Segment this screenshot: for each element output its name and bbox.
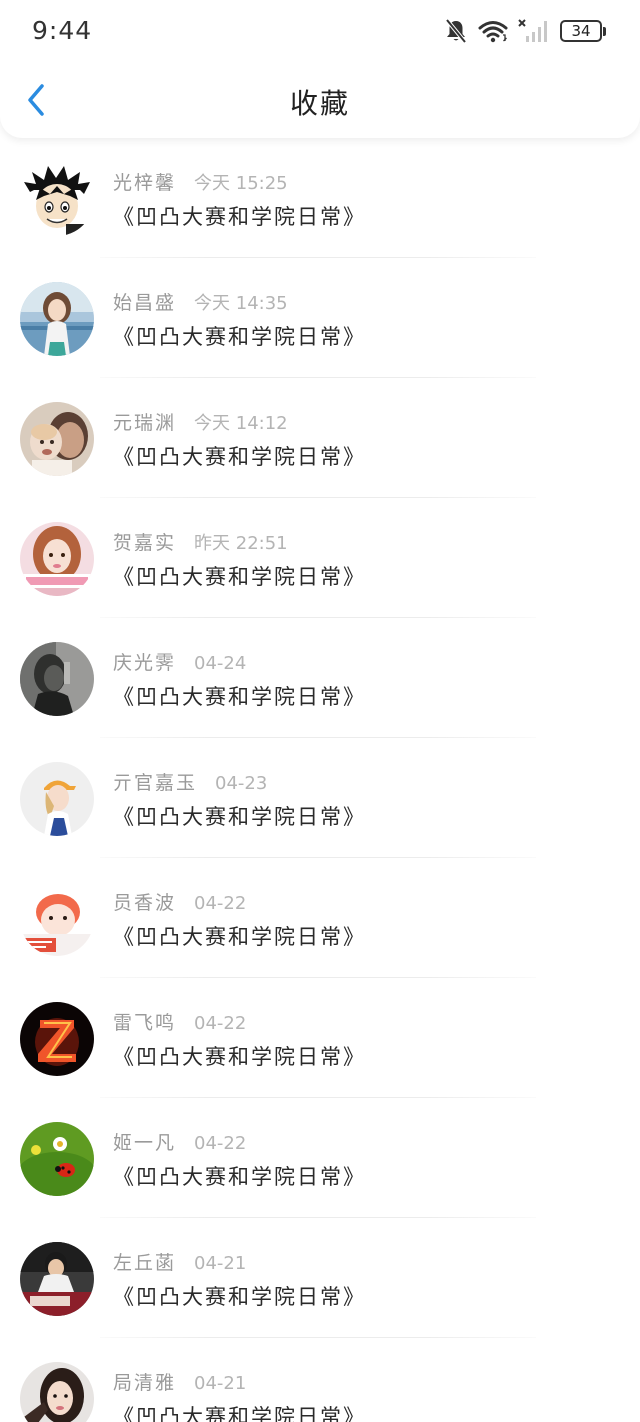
item-title: 《凹凸大赛和学院日常》: [113, 325, 366, 349]
favorites-list: 光梓馨 今天 15:25 《凹凸大赛和学院日常》 始昌盛 今天 14:35 《凹…: [0, 138, 640, 1422]
list-item[interactable]: 贺嘉实 昨天 22:51 《凹凸大赛和学院日常》: [0, 498, 640, 618]
timestamp: 今天 15:25: [194, 173, 288, 194]
cartoon-boy-avatar[interactable]: [20, 162, 94, 236]
timestamp: 今天 14:35: [194, 293, 288, 314]
battery-icon: 34: [560, 20, 606, 42]
girl-portrait-avatar[interactable]: [20, 1362, 94, 1422]
timestamp: 04-22: [194, 1133, 247, 1154]
user-name: 庆光霁: [113, 652, 177, 674]
dark-portrait-avatar[interactable]: [20, 642, 94, 716]
status-icons: 34: [444, 16, 606, 46]
timestamp: 04-21: [194, 1253, 247, 1274]
item-title: 《凹凸大赛和学院日常》: [113, 1405, 366, 1422]
baby-avatar[interactable]: [20, 882, 94, 956]
father-child-avatar[interactable]: [20, 402, 94, 476]
user-name: 元瑞渊: [113, 412, 177, 434]
user-name: 员香波: [113, 892, 177, 914]
fire-z-avatar[interactable]: [20, 1002, 94, 1076]
item-title: 《凹凸大赛和学院日常》: [113, 805, 366, 829]
list-item[interactable]: 亓官嘉玉 04-23 《凹凸大赛和学院日常》: [0, 738, 640, 858]
item-title: 《凹凸大赛和学院日常》: [113, 685, 366, 709]
item-title: 《凹凸大赛和学院日常》: [113, 205, 366, 229]
list-item[interactable]: 局清雅 04-21 《凹凸大赛和学院日常》: [0, 1338, 640, 1422]
bell-muted-icon: [444, 18, 468, 44]
battery-level: 34: [560, 20, 602, 42]
page-title: 收藏: [289, 87, 350, 120]
list-item[interactable]: 始昌盛 今天 14:35 《凹凸大赛和学院日常》: [0, 258, 640, 378]
wifi-icon: [478, 19, 508, 43]
item-title: 《凹凸大赛和学院日常》: [113, 445, 366, 469]
user-name: 局清雅: [113, 1372, 177, 1394]
header: 9:44 34 收藏: [0, 0, 640, 138]
timestamp: 04-23: [215, 773, 268, 794]
girl-sign-avatar[interactable]: [20, 522, 94, 596]
timestamp: 今天 14:12: [194, 413, 288, 434]
timestamp: 昨天 22:51: [194, 533, 288, 554]
list-item[interactable]: 元瑞渊 今天 14:12 《凹凸大赛和学院日常》: [0, 378, 640, 498]
list-item[interactable]: 左丘菡 04-21 《凹凸大赛和学院日常》: [0, 1218, 640, 1338]
list-item[interactable]: 光梓馨 今天 15:25 《凹凸大赛和学院日常》: [0, 138, 640, 258]
list-item[interactable]: 庆光霁 04-24 《凹凸大赛和学院日常》: [0, 618, 640, 738]
user-name: 贺嘉实: [113, 532, 177, 554]
cellular-no-signal-icon: [518, 18, 550, 44]
item-title: 《凹凸大赛和学院日常》: [113, 925, 366, 949]
favorites-screen: 9:44 34 收藏 光梓馨 今天 15:25 《凹凸大赛和学院日常》 始昌盛 …: [0, 0, 640, 1422]
status-bar: 9:44 34: [0, 0, 640, 62]
user-name: 姬一凡: [113, 1132, 177, 1154]
timestamp: 04-22: [194, 893, 247, 914]
ladybug-avatar[interactable]: [20, 1122, 94, 1196]
list-item[interactable]: 姬一凡 04-22 《凹凸大赛和学院日常》: [0, 1098, 640, 1218]
girl-outdoor-avatar[interactable]: [20, 282, 94, 356]
boy-table-avatar[interactable]: [20, 1242, 94, 1316]
user-name: 始昌盛: [113, 292, 177, 314]
timestamp: 04-22: [194, 1013, 247, 1034]
user-name: 左丘菡: [113, 1252, 177, 1274]
timestamp: 04-21: [194, 1373, 247, 1394]
status-time: 9:44: [32, 16, 93, 45]
timestamp: 04-24: [194, 653, 247, 674]
user-name: 光梓馨: [113, 172, 177, 194]
item-title: 《凹凸大赛和学院日常》: [113, 1045, 366, 1069]
nav-bar: 收藏: [0, 62, 640, 138]
item-title: 《凹凸大赛和学院日常》: [113, 565, 366, 589]
user-name: 亓官嘉玉: [113, 772, 198, 794]
item-title: 《凹凸大赛和学院日常》: [113, 1165, 366, 1189]
user-name: 雷飞鸣: [113, 1012, 177, 1034]
list-item[interactable]: 雷飞鸣 04-22 《凹凸大赛和学院日常》: [0, 978, 640, 1098]
item-title: 《凹凸大赛和学院日常》: [113, 1285, 366, 1309]
girl-cap-avatar[interactable]: [20, 762, 94, 836]
list-item[interactable]: 员香波 04-22 《凹凸大赛和学院日常》: [0, 858, 640, 978]
